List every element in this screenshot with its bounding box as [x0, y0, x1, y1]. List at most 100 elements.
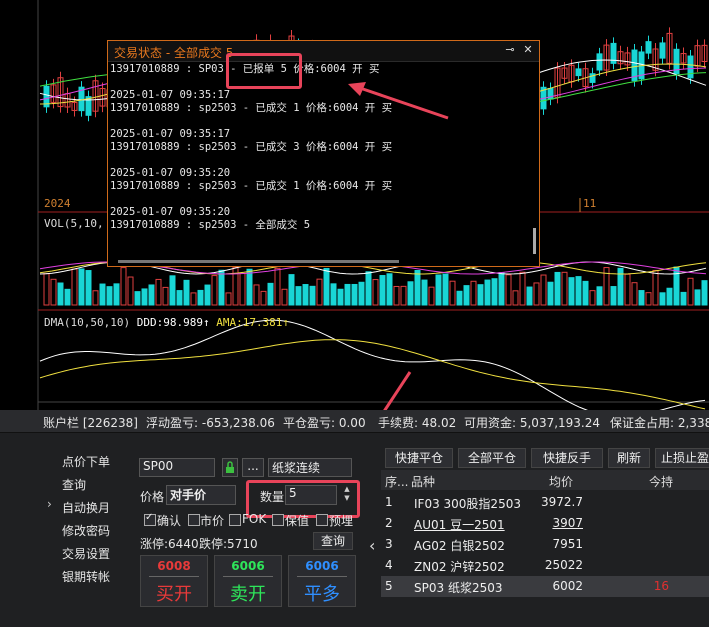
buy-open-button[interactable]: 6008 买开 — [140, 555, 208, 607]
stepper-down-icon[interactable]: ▼ — [340, 494, 354, 503]
close-pl: 平仓盈亏: 0.00 — [283, 416, 366, 430]
contract-code-input[interactable]: SP00 — [139, 458, 215, 477]
confirm-checkbox[interactable]: ✓ — [144, 512, 156, 526]
log-line: 2025-01-07 09:35:20 — [110, 167, 231, 179]
price-type-select[interactable]: 对手价 — [166, 485, 236, 505]
preset-checkbox[interactable] — [316, 514, 328, 526]
trading-panel: 账户栏 [226238] 浮动盈亏: -653,238.06 平仓盈亏: 0.0… — [0, 410, 709, 627]
market-checkbox[interactable] — [188, 514, 200, 526]
close-long-price: 6006 — [305, 559, 339, 573]
row-index: 4 — [385, 558, 393, 572]
buy-price: 6008 — [157, 559, 191, 573]
horizontal-scrollbar[interactable] — [108, 258, 539, 264]
lock-icon[interactable] — [222, 458, 238, 477]
preset-label: 预埋 — [329, 514, 354, 528]
refresh-button[interactable]: 刷新 — [608, 448, 650, 468]
log-line: 2025-01-07 09:35:17 — [110, 128, 231, 140]
hedge-checkbox[interactable] — [272, 514, 284, 526]
nav-item-trade-settings[interactable]: 交易设置 — [62, 545, 110, 562]
log-line: 13917010889 : sp2503 - 已成交 3 价格:6004 开 买 — [110, 141, 393, 153]
nav-item-change-password[interactable]: 修改密码 — [62, 522, 110, 539]
stepper-up-icon[interactable]: ▲ — [340, 485, 354, 494]
table-row[interactable]: 2 AU01 豆一2501 3907 — [381, 513, 709, 534]
quantity-label: 数量 — [260, 490, 285, 504]
col-product[interactable]: 品种 — [411, 473, 435, 490]
trade-status-popup[interactable]: 交易状态 - 全部成交 5 ⊸ ✕ 13917010889 : SP03 - 已… — [107, 40, 540, 267]
sell-open-button[interactable]: 6006 卖开 — [214, 555, 282, 607]
row-product: SP03 纸浆2503 — [414, 581, 503, 595]
stop-loss-button[interactable]: 止损止盈 — [655, 448, 709, 468]
pin-icon[interactable]: ⊸ — [503, 43, 517, 57]
table-row[interactable]: 4 ZN02 沪锌2502 25022 — [381, 555, 709, 576]
margin-used: 保证金占用: 2,338 — [610, 416, 709, 430]
row-avg-price: 7951 — [552, 537, 583, 551]
log-line: 13917010889 : sp2503 - 已成交 1 价格:6004 开 买 — [110, 180, 393, 192]
dma-ddd-value: DDD:98.989 — [136, 316, 203, 329]
col-today-pos[interactable]: 今持 — [649, 473, 673, 490]
dma-ama-value: AMA:17.381 — [216, 316, 283, 329]
highlight-box-order-status — [226, 53, 302, 89]
table-row[interactable]: 3 AG02 白银2502 7951 — [381, 534, 709, 555]
popup-title: 交易状态 - 全部成交 5 — [114, 46, 234, 60]
year-label: 2024 — [44, 197, 71, 210]
buy-label: 买开 — [156, 584, 192, 605]
nav-item-auto-roll[interactable]: 自动换月 — [62, 499, 110, 516]
limit-down: 跌停:5710 — [199, 537, 258, 551]
table-header: 序... 品种 均价 今持 — [381, 470, 709, 490]
close-icon[interactable]: ✕ — [521, 43, 535, 57]
more-button[interactable]: ... — [242, 458, 264, 477]
row-today-pos: 16 — [653, 579, 669, 593]
account-status-bar: 账户栏 [226238] 浮动盈亏: -653,238.06 平仓盈亏: 0.0… — [0, 410, 709, 433]
row-avg-price: 25022 — [544, 558, 583, 572]
quantity-input[interactable]: 5 — [285, 485, 337, 505]
account-label[interactable]: 账户栏 [226238] — [43, 414, 138, 431]
fok-checkbox[interactable] — [229, 514, 241, 526]
nav-item-price-order[interactable]: 点价下单 — [62, 453, 110, 470]
collapse-icon[interactable]: ‹ — [369, 536, 375, 555]
row-avg-price: 3972.7 — [541, 495, 583, 509]
available-funds: 可用资金: 5,037,193.24 — [464, 416, 601, 430]
sell-label: 卖开 — [230, 584, 266, 605]
hedge-label: 保值 — [285, 514, 310, 528]
row-index: 3 — [385, 537, 393, 551]
close-long-button[interactable]: 6006 平多 — [288, 555, 356, 607]
nav-item-query[interactable]: 查询 — [62, 476, 86, 493]
market-label: 市价 — [200, 514, 225, 528]
row-avg-price: 6002 — [552, 579, 583, 593]
row-avg-price: 3907 — [552, 516, 583, 530]
dma-indicator-label: DMA(10,50,10) DDD:98.989↑ AMA:17.381↑ — [44, 316, 289, 329]
log-line: 13917010889 : sp2503 - 全部成交 5 — [110, 219, 311, 231]
col-avg-price[interactable]: 均价 — [549, 473, 573, 490]
table-row[interactable]: 1 IF03 300股指2503 3972.7 — [381, 492, 709, 513]
close-all-button[interactable]: 全部平仓 — [458, 448, 526, 468]
quick-reverse-button[interactable]: 快捷反手 — [531, 448, 603, 468]
row-product: IF03 300股指2503 — [414, 497, 521, 511]
row-index: 2 — [385, 516, 393, 530]
row-product: ZN02 沪锌2502 — [414, 560, 505, 574]
month-label: 11 — [583, 197, 597, 210]
trade-log: 13917010889 : SP03 - 已报单 5 价格:6004 开 买 20… — [110, 63, 525, 256]
row-index: 1 — [385, 495, 393, 509]
up-arrow-icon: ↑ — [202, 316, 210, 329]
vol-indicator-label: VOL(5,10, — [44, 217, 104, 230]
floating-pl: 浮动盈亏: -653,238.06 — [146, 416, 275, 430]
vertical-scrollbar[interactable] — [529, 63, 537, 256]
confirm-label: 确认 — [157, 514, 182, 528]
query-button[interactable]: 查询 — [313, 532, 353, 550]
dma-params: DMA(10,50,10) — [44, 316, 131, 329]
row-product: AG02 白银2502 — [414, 539, 505, 553]
row-product: AU01 豆一2501 — [414, 518, 505, 532]
quantity-stepper[interactable]: ▲ ▼ — [340, 485, 354, 505]
col-index[interactable]: 序... — [385, 473, 408, 490]
contract-name-display: 纸浆连续 — [268, 458, 352, 477]
quick-close-button[interactable]: 快捷平仓 — [385, 448, 453, 468]
table-row[interactable]: 5 SP03 纸浆2503 6002 16 — [381, 576, 709, 597]
nav-item-bank-transfer[interactable]: 银期转帐 — [62, 568, 110, 585]
popup-titlebar[interactable]: 交易状态 - 全部成交 5 ⊸ ✕ — [108, 41, 539, 62]
fee: 手续费: 48.02 — [378, 416, 457, 430]
log-line: 13917010889 : sp2503 - 已成交 1 价格:6004 开 买 — [110, 102, 393, 114]
fok-label: FOK — [242, 512, 267, 526]
